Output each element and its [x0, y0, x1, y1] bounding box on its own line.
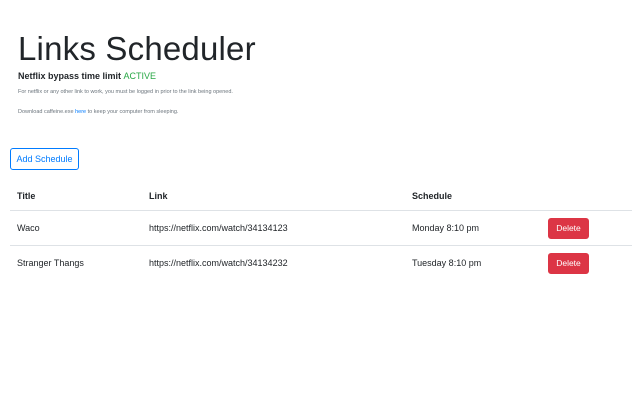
- row-title: Waco: [17, 223, 40, 233]
- row-link: https://netflix.com/watch/34134123: [149, 223, 288, 233]
- row-link: https://netflix.com/watch/34134232: [149, 258, 288, 268]
- schedule-table: Title Link Schedule Waco https://netflix…: [10, 182, 632, 280]
- bypass-status-badge: ACTIVE: [123, 71, 157, 81]
- table-row: Stranger Thangs https://netflix.com/watc…: [10, 245, 632, 280]
- column-header-title: Title: [17, 191, 36, 201]
- delete-button[interactable]: Delete: [548, 253, 589, 274]
- caffeine-hint-suffix: to keep your computer from sleeping.: [87, 109, 179, 115]
- row-title: Stranger Thangs: [17, 258, 84, 268]
- bypass-label: Netflix bypass time limit: [18, 71, 122, 81]
- bypass-status-line: Netflix bypass time limit ACTIVE: [18, 70, 618, 82]
- row-schedule: Tuesday 8:10 pm: [412, 258, 482, 268]
- caffeine-hint: Download caffeine.exe here to keep your …: [18, 108, 618, 116]
- delete-button[interactable]: Delete: [548, 218, 589, 239]
- add-schedule-button[interactable]: Add Schedule: [10, 148, 79, 170]
- row-action-cell: Delete: [548, 246, 589, 281]
- column-header-link: Link: [149, 191, 168, 201]
- row-schedule: Monday 8:10 pm: [412, 223, 480, 233]
- login-hint: For netflix or any other link to work, y…: [18, 89, 233, 95]
- caffeine-download-link[interactable]: here: [75, 109, 86, 115]
- page-header: Links Scheduler Netflix bypass time limi…: [18, 30, 618, 116]
- caffeine-hint-prefix: Download caffeine.exe: [18, 109, 74, 115]
- column-header-schedule: Schedule: [412, 191, 453, 201]
- table-header-row: Title Link Schedule: [10, 182, 632, 210]
- table-row: Waco https://netflix.com/watch/34134123 …: [10, 210, 632, 245]
- row-action-cell: Delete: [548, 211, 589, 246]
- page-title: Links Scheduler: [18, 30, 256, 67]
